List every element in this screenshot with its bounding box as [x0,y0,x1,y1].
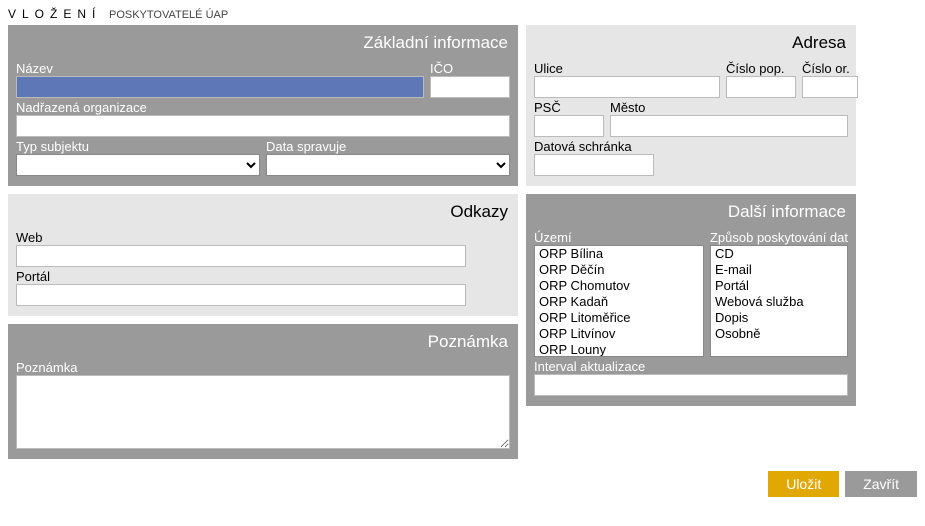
list-item[interactable]: Osobně [711,326,847,342]
cor-input[interactable] [802,76,858,98]
uzemi-listbox[interactable]: ORP BílinaORP DěčínORP ChomutovORP Kadaň… [534,245,704,357]
panel-poznamka-title: Poznámka [16,328,510,358]
interval-label: Interval aktualizace [534,357,848,374]
ulice-input[interactable] [534,76,720,98]
web-label: Web [16,228,510,245]
page-header: VLOŽENÍ POSKYTOVATELÉ ÚAP [0,0,925,25]
list-item[interactable]: ORP Louny [535,342,703,357]
mesto-input[interactable] [610,115,848,137]
interval-input[interactable] [534,374,848,396]
portal-input[interactable] [16,284,466,306]
uzemi-label: Území [534,228,704,245]
psc-label: PSČ [534,98,604,115]
nazev-input[interactable] [16,76,424,98]
portal-label: Portál [16,267,510,284]
web-input[interactable] [16,245,466,267]
list-item[interactable]: ORP Bílina [535,246,703,262]
nazev-label: Název [16,59,424,76]
ds-input[interactable] [534,154,654,176]
list-item[interactable]: ORP Děčín [535,262,703,278]
header-vlozeni: VLOŽENÍ [8,7,101,21]
panel-basic-info-title: Základní informace [16,29,510,59]
cpop-input[interactable] [726,76,796,98]
panel-adresa: Adresa Ulice Číslo pop. Číslo or. PSČ [526,25,856,186]
zpusob-listbox[interactable]: CDE-mailPortálWebová službaDopisOsobně [710,245,848,357]
typ-subjektu-select[interactable] [16,154,260,176]
typ-subjektu-label: Typ subjektu [16,137,260,154]
zpusob-label: Způsob poskytování dat [710,228,848,245]
data-spravuje-select[interactable] [266,154,510,176]
panel-odkazy-title: Odkazy [16,198,510,228]
panel-odkazy: Odkazy Web Portál [8,194,518,316]
psc-input[interactable] [534,115,604,137]
poznamka-label: Poznámka [16,358,510,375]
cor-label: Číslo or. [802,59,858,76]
ds-label: Datová schránka [534,137,848,154]
list-item[interactable]: ORP Kadaň [535,294,703,310]
close-button[interactable]: Zavřít [845,471,917,497]
footer: Uložit Zavřít [0,459,925,505]
nadrazena-label: Nadřazená organizace [16,98,510,115]
ico-label: IČO [430,59,510,76]
mesto-label: Město [610,98,848,115]
data-spravuje-label: Data spravuje [266,137,510,154]
panel-dalsi-title: Další informace [534,198,848,228]
header-subtitle: POSKYTOVATELÉ ÚAP [109,9,228,21]
list-item[interactable]: E-mail [711,262,847,278]
panel-poznamka: Poznámka Poznámka [8,324,518,459]
ico-input[interactable] [430,76,510,98]
list-item[interactable]: Portál [711,278,847,294]
panel-dalsi: Další informace Území ORP BílinaORP Děčí… [526,194,856,406]
list-item[interactable]: Dopis [711,310,847,326]
list-item[interactable]: ORP Chomutov [535,278,703,294]
list-item[interactable]: CD [711,246,847,262]
poznamka-textarea[interactable] [16,375,510,449]
nadrazena-input[interactable] [16,115,510,137]
list-item[interactable]: ORP Litvínov [535,326,703,342]
list-item[interactable]: Webová služba [711,294,847,310]
list-item[interactable]: ORP Litoměřice [535,310,703,326]
ulice-label: Ulice [534,59,720,76]
save-button[interactable]: Uložit [768,471,839,497]
panel-basic-info: Základní informace Název IČO Nadřazená o… [8,25,518,186]
cpop-label: Číslo pop. [726,59,796,76]
panel-adresa-title: Adresa [534,29,848,59]
